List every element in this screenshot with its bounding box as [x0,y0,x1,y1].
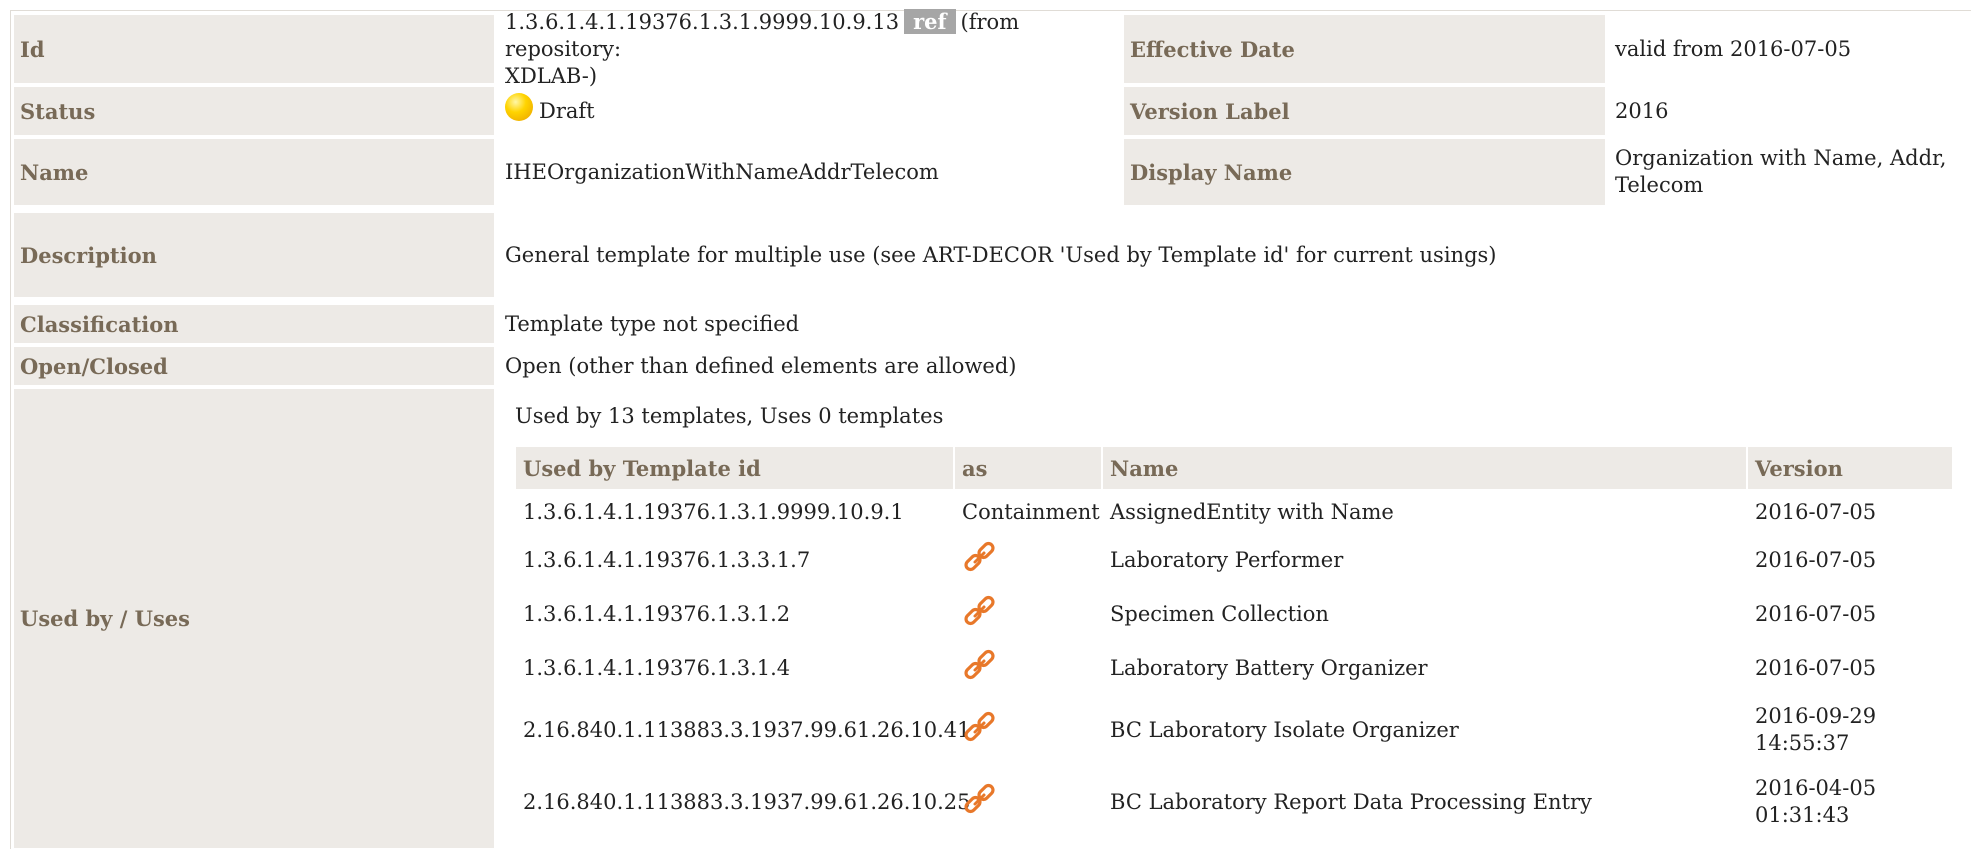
link-icon[interactable] [962,709,998,745]
id-value: 1.3.6.1.4.1.19376.1.3.1.9999.10.9.13 ref(… [496,8,1122,88]
open-closed-label: Open/Closed [14,347,494,385]
usage-as[interactable] [955,642,1101,694]
usage-version: 2016-07-05 [1755,547,1877,572]
effective-date-label: Effective Date [1124,15,1605,83]
link-icon[interactable] [962,647,998,683]
link-icon[interactable] [962,539,998,575]
status-draft-icon [505,93,533,121]
repository-name: XDLAB-) [505,63,598,88]
classification-label: Classification [14,305,494,343]
usage-template-id[interactable]: 2.16.840.1.113883.3.1937.99.61.26.10.25 [516,766,971,838]
usage-caption: Used by 13 templates, Uses 0 templates [515,404,944,428]
usage-version: 2016-04-05 01:31:43 [1755,776,1877,827]
name-value: IHEOrganizationWithNameAddrTelecom [505,159,939,184]
usage-name: BC Laboratory Isolate Organizer [1110,717,1459,742]
usage-as: Containment [962,499,1100,524]
usage-name: Specimen Collection [1110,601,1329,626]
header-version: Version [1748,447,1952,489]
usage-version: 2016-07-05 [1755,655,1877,680]
usage-as[interactable] [955,696,1101,764]
header-template-id: Used by Template id [516,447,953,489]
id-label: Id [14,15,494,83]
usage-name: Laboratory Performer [1110,547,1344,572]
usage-template-id[interactable]: 2.16.840.1.113883.3.1937.99.61.26.10.41 [516,696,971,764]
usage-template-id[interactable]: 1.3.6.1.4.1.19376.1.3.3.1.7 [516,534,953,586]
usage-as[interactable] [955,588,1101,640]
effective-date-value: valid from 2016-07-05 [1615,36,1852,61]
header-name: Name [1103,447,1746,489]
status-text: Draft [539,98,595,123]
usage-name: Laboratory Battery Organizer [1110,655,1428,680]
description-label: Description [14,213,494,297]
header-as: as [955,447,1101,489]
usage-version: 2016-07-05 [1755,499,1877,524]
classification-value: Template type not specified [505,311,800,336]
ref-badge[interactable]: ref [904,8,956,34]
template-oid: 1.3.6.1.4.1.19376.1.3.1.9999.10.9.13 [505,9,900,34]
link-icon[interactable] [962,593,998,629]
status-label: Status [14,87,494,135]
display-name-value: Organization with Name, Addr, Telecom [1615,146,1947,197]
usage-template-id[interactable]: 1.3.6.1.4.1.19376.1.3.1.4 [516,642,953,694]
version-label-value: 2016 [1615,98,1669,123]
open-closed-value: Open (other than defined elements are al… [505,353,1017,378]
usage-version: 2016-09-29 14:55:37 [1755,704,1877,755]
usage-template-id[interactable]: 1.3.6.1.4.1.19376.1.3.1.9999.10.9.1 [516,492,953,532]
usage-name: AssignedEntity with Name [1110,499,1394,524]
status-value: Draft [496,87,1122,135]
usage-version: 2016-07-05 [1755,601,1877,626]
version-label-label: Version Label [1124,87,1605,135]
usage-name: BC Laboratory Report Data Processing Ent… [1110,789,1592,814]
used-by-label: Used by / Uses [14,389,494,848]
usage-template-id[interactable]: 1.3.6.1.4.1.19376.1.3.1.2 [516,588,953,640]
link-icon[interactable] [962,781,998,817]
display-name-label: Display Name [1124,139,1605,205]
description-value: General template for multiple use (see A… [505,242,1497,267]
name-label: Name [14,139,494,205]
usage-as[interactable] [955,534,1101,586]
usage-as[interactable] [955,766,1101,838]
